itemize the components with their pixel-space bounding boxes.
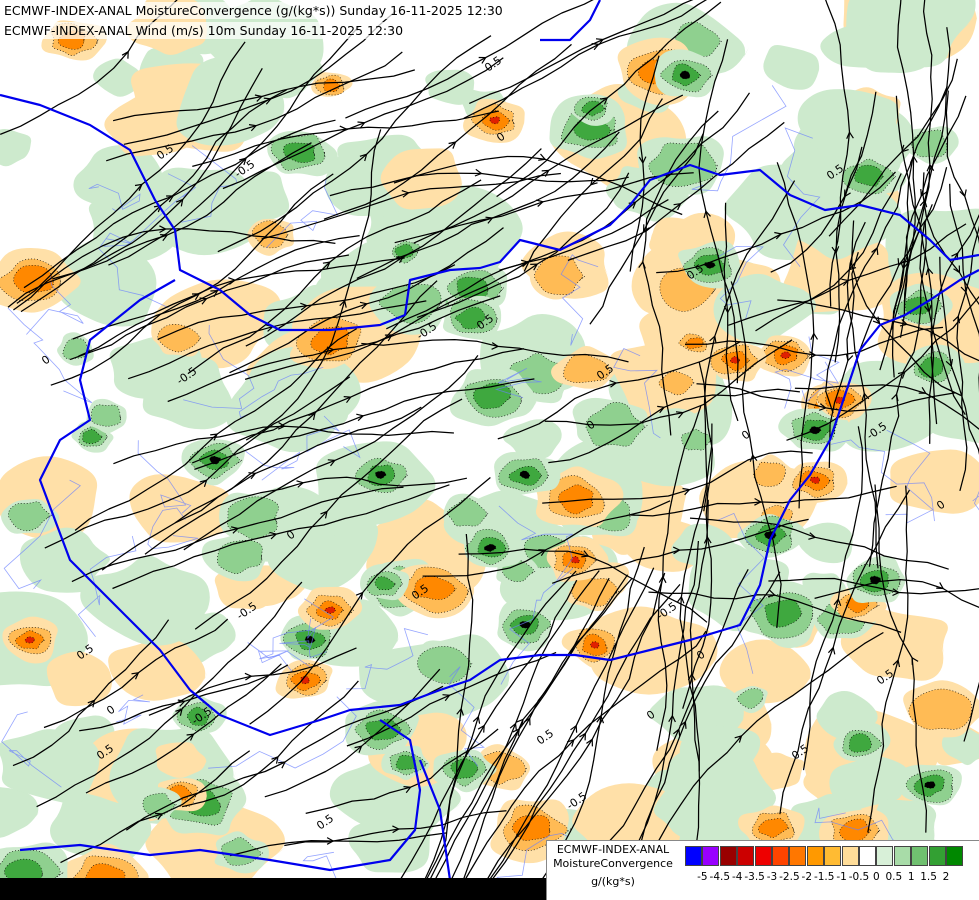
legend-title-variable: MoistureConvergence bbox=[553, 857, 673, 870]
moisture-convergence-map: 0.5-0.50.500-0.5 0.5-0.500.50.5-0.500.50.… bbox=[0, 0, 979, 900]
legend-swatch bbox=[911, 846, 929, 866]
legend-tick-label: 1 bbox=[907, 871, 915, 883]
legend-tick-label: -1 bbox=[836, 871, 847, 883]
legend-unit: g/(kg*s) bbox=[591, 875, 635, 888]
legend-tick-label: -3 bbox=[766, 871, 778, 883]
legend-swatch bbox=[841, 846, 859, 866]
legend-tick-label: -2.5 bbox=[779, 871, 800, 883]
legend-swatch bbox=[685, 846, 702, 866]
legend-swatch bbox=[893, 846, 911, 866]
convergence-area bbox=[91, 404, 122, 427]
legend-swatch bbox=[824, 846, 842, 866]
legend-swatch bbox=[737, 846, 755, 866]
legend-swatch bbox=[754, 846, 772, 866]
legend-tick-label: -3.5 bbox=[744, 871, 765, 883]
legend-tick-label: 0 bbox=[873, 871, 880, 883]
legend-tick-label: -5 bbox=[697, 871, 708, 883]
legend-swatch bbox=[772, 846, 789, 866]
legend-swatch bbox=[946, 846, 963, 866]
header-wind: ECMWF-INDEX-ANAL Wind (m/s) 10m Sunday 1… bbox=[0, 22, 408, 39]
legend-tick-label: -0.5 bbox=[848, 871, 870, 883]
legend-tick-label: -2 bbox=[801, 871, 813, 883]
legend-swatch bbox=[702, 846, 720, 866]
legend-swatch bbox=[859, 846, 876, 866]
map-footer-band bbox=[0, 878, 546, 900]
legend-swatch bbox=[789, 846, 807, 866]
legend-title-model: ECMWF-INDEX-ANAL bbox=[556, 843, 670, 856]
legend-swatch bbox=[719, 846, 737, 866]
legend-tick-label: -1.5 bbox=[813, 871, 835, 883]
legend-tick-label: -4.5 bbox=[709, 871, 731, 883]
legend-tick-label: 0.5 bbox=[885, 871, 903, 883]
map-view: 0.5 -0.5 0.5 0 0 -0.5 0.5 -0.5 0 0.5 0.5 -0.5 0 0.5 0.… bbox=[0, 0, 979, 900]
color-legend: ECMWF-INDEX-ANAL MoistureConvergence g/(… bbox=[546, 840, 979, 900]
header-moisture-convergence: ECMWF-INDEX-ANAL MoistureConvergence (g/… bbox=[0, 2, 507, 19]
legend-swatch bbox=[806, 846, 824, 866]
legend-swatch bbox=[928, 846, 946, 866]
legend-swatch bbox=[876, 846, 894, 866]
legend-tick-label: -4 bbox=[731, 871, 743, 883]
legend-tick-label: 1.5 bbox=[920, 871, 937, 883]
legend-title: ECMWF-INDEX-ANAL MoistureConvergence g/(… bbox=[547, 843, 679, 889]
legend-tick-label: 2 bbox=[942, 871, 950, 883]
